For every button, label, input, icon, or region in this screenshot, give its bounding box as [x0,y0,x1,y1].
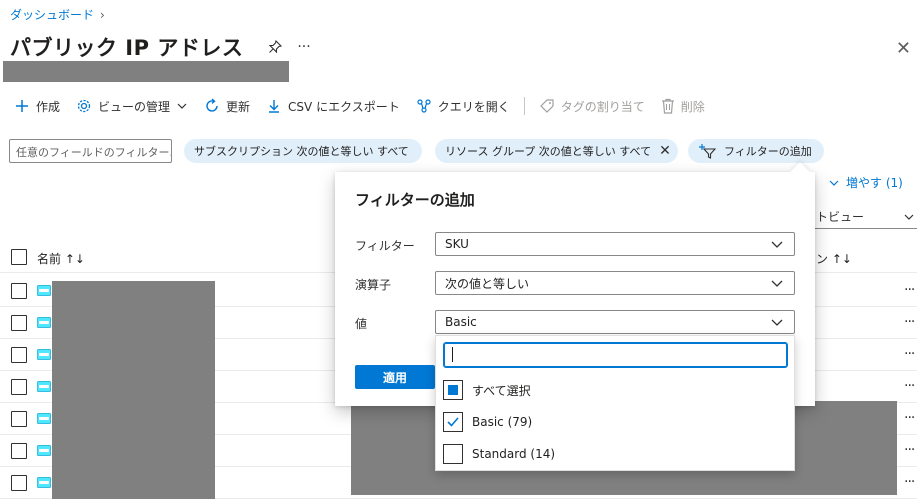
name-column-header[interactable]: 名前 ↑↓ [37,250,85,267]
redacted-subtitle [3,61,289,82]
row-checkbox[interactable] [11,347,27,363]
public-ip-icon [37,381,51,392]
operator-select[interactable]: 次の値と等しい [435,271,795,295]
plus-icon [16,100,28,112]
public-ip-icon [37,413,51,424]
expand-filters-label: 増やす (1) [846,176,903,190]
value-label: 値 [355,317,368,331]
standard-label: Standard (14) [472,447,556,461]
create-button[interactable]: 作成 [14,98,60,115]
standard-checkbox[interactable] [443,444,463,464]
export-csv-label: CSV にエクスポート [288,99,400,114]
column-header-right[interactable]: ン ↑↓ [816,250,852,267]
chevron-down-icon [771,280,783,287]
resource-group-filter-pill[interactable]: リソース グループ 次の値と等しい すべて ✕ [435,139,678,163]
filter-search-input[interactable]: 任意のフィールドのフィルター... [9,139,172,163]
delete-button[interactable]: 削除 [661,98,705,115]
command-bar: 作成 ビューの管理 更新 CSV にエクスポート クエリを開く タグの割り当て … [14,94,721,118]
row-more-icon[interactable]: ··· [904,442,915,458]
operator-value: 次の値と等しい [445,276,530,291]
toolbar-divider [523,97,525,115]
public-ip-icon [37,445,51,456]
refresh-button[interactable]: 更新 [204,98,250,115]
standard-option[interactable]: Standard (14) [443,444,555,464]
select-all-checkbox-partial[interactable] [443,380,463,400]
text-cursor [452,347,453,362]
flyout-title: フィルターの追加 [355,191,475,209]
public-ip-icon [37,477,51,488]
value-select[interactable]: Basic [435,310,795,334]
row-more-icon[interactable]: ··· [904,282,915,298]
create-label: 作成 [36,99,61,114]
row-checkbox[interactable] [11,379,27,395]
close-icon[interactable]: ✕ [896,38,911,59]
row-checkbox[interactable] [11,475,27,491]
trash-icon [661,98,674,114]
query-icon [417,99,431,113]
select-all-option[interactable]: すべて選択 [443,380,531,400]
select-all-label: すべて選択 [472,383,531,398]
row-checkbox[interactable] [11,443,27,459]
chevron-right-icon: › [100,7,105,22]
row-more-icon[interactable]: ··· [904,410,915,426]
row-more-icon[interactable]: ··· [904,314,915,330]
assign-tags-label: タグの割り当て [560,99,645,114]
public-ip-icon [37,285,51,296]
download-icon [269,100,280,113]
open-query-button[interactable]: クエリを開く [416,98,510,115]
basic-checkbox-checked[interactable] [443,412,463,432]
row-checkbox[interactable] [11,315,27,331]
dropdown-search-input[interactable] [443,342,788,368]
add-filter-icon [699,144,716,159]
public-ip-icon [37,349,51,360]
assign-tags-button[interactable]: タグの割り当て [539,98,645,115]
pin-icon[interactable] [267,39,283,55]
manage-view-label: ビューの管理 [98,99,171,114]
page-title: パブリック IP アドレス [10,36,244,60]
chevron-down-icon [829,180,839,186]
chevron-down-icon [771,319,783,326]
redacted-names [52,281,215,499]
subscription-filter-pill[interactable]: サブスクリプション 次の値と等しい すべて [184,139,422,163]
operator-label: 演算子 [355,278,392,292]
chevron-down-icon [177,103,187,109]
resource-group-filter-label: リソース グループ 次の値と等しい すべて [445,145,652,158]
add-filter-label: フィルターの追加 [724,145,812,158]
title-row: パブリック IP アドレス ··· [10,32,311,62]
manage-view-button[interactable]: ビューの管理 [76,98,188,115]
basic-option[interactable]: Basic (79) [443,412,532,432]
refresh-label: 更新 [226,99,251,114]
value-selected: Basic [445,315,477,329]
select-all-checkbox[interactable] [11,249,27,265]
chevron-down-icon [771,241,783,248]
tag-icon [539,99,554,113]
filter-field-select[interactable]: SKU [435,232,795,256]
row-more-icon[interactable]: ··· [904,378,915,394]
view-select-value: トビュー [816,210,865,224]
remove-filter-icon[interactable]: ✕ [659,143,671,159]
expand-filters-link[interactable]: 増やす (1) [828,174,903,191]
chevron-down-icon [904,214,914,220]
refresh-icon [206,98,218,112]
filter-field-value: SKU [445,237,469,251]
basic-label: Basic (79) [472,415,533,429]
export-csv-button[interactable]: CSV にエクスポート [266,98,400,115]
add-filter-button[interactable]: フィルターの追加 [688,139,824,163]
checkmark-icon [447,417,459,427]
open-query-label: クエリを開く [437,99,510,114]
breadcrumb: ダッシュボード › [10,6,105,23]
row-checkbox[interactable] [11,283,27,299]
gear-icon [77,99,91,113]
filter-field-label: フィルター [355,239,415,253]
row-checkbox[interactable] [11,411,27,427]
delete-label: 削除 [680,99,705,114]
breadcrumb-dashboard-link[interactable]: ダッシュボード [10,6,94,23]
row-more-icon[interactable]: ··· [904,346,915,362]
public-ip-icon [37,317,51,328]
apply-button[interactable]: 適用 [355,365,435,389]
more-options-icon[interactable]: ··· [297,39,310,55]
view-select[interactable]: トビュー [812,205,917,229]
subscription-filter-label: サブスクリプション 次の値と等しい すべて [194,145,409,158]
row-more-icon[interactable]: ··· [904,474,915,490]
